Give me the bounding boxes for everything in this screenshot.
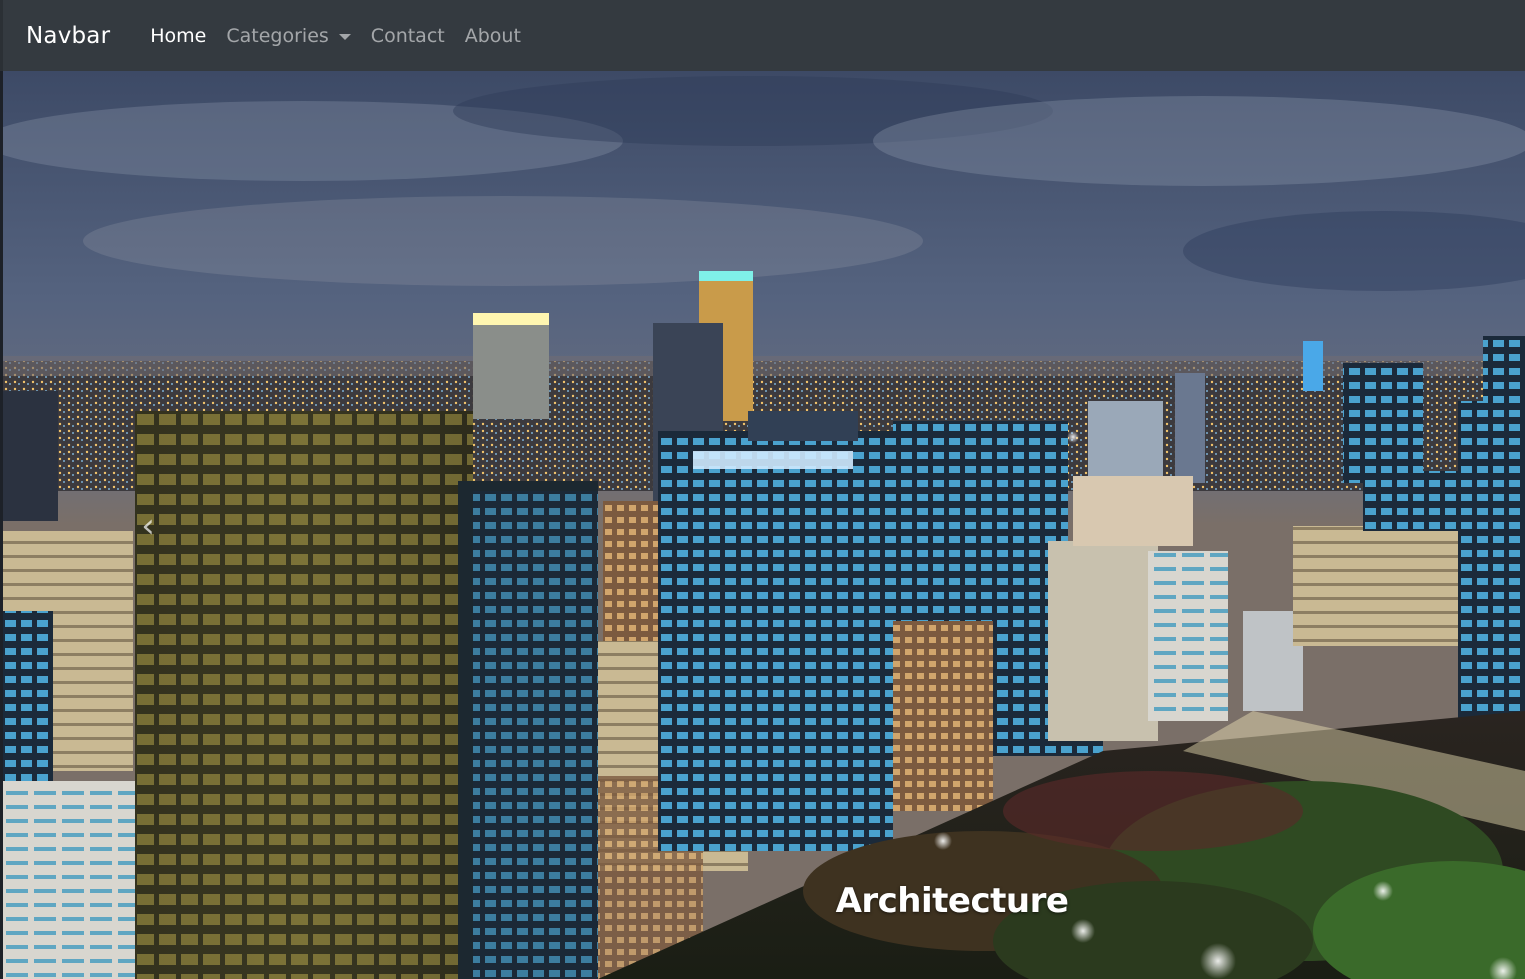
nav-links: Home Categories Contact About xyxy=(140,19,531,53)
caret-down-icon xyxy=(338,33,351,40)
navbar-brand[interactable]: Navbar xyxy=(26,23,110,49)
nav-link-categories-label: Categories xyxy=(226,24,329,47)
carousel-caption: Architecture xyxy=(3,881,1525,921)
nav-link-categories-dropdown[interactable]: Categories xyxy=(216,19,360,53)
nav-link-contact[interactable]: Contact xyxy=(361,19,455,53)
chevron-left-icon: ‹ xyxy=(141,506,155,546)
caption-title: Architecture xyxy=(835,881,1069,921)
carousel-prev-control[interactable]: ‹ xyxy=(123,491,173,561)
nav-link-home[interactable]: Home xyxy=(140,19,216,53)
city-skyline-image xyxy=(3,71,1525,979)
hero-carousel: ‹ Architecture xyxy=(3,71,1525,979)
nav-link-about[interactable]: About xyxy=(455,19,531,53)
top-navbar: Navbar Home Categories Contact About xyxy=(0,0,1525,71)
page: Navbar Home Categories Contact About ‹ A… xyxy=(0,0,1525,979)
